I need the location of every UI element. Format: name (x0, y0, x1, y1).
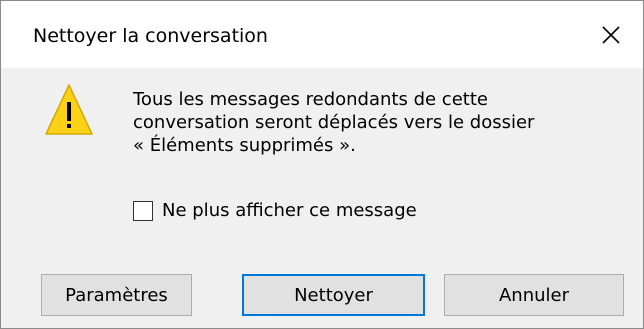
dialog-message: Tous les messages redondants de cette co… (133, 88, 623, 157)
close-button[interactable] (579, 1, 643, 68)
warning-icon (45, 84, 93, 135)
settings-button[interactable]: Paramètres (41, 274, 192, 316)
message-line: conversation seront déplacés vers le dos… (133, 112, 535, 133)
dont-show-again-label[interactable]: Ne plus afficher ce message (162, 200, 417, 221)
dont-show-again-row[interactable]: Ne plus afficher ce message (133, 200, 417, 221)
cleanup-dialog: Nettoyer la conversation Tous les messag… (0, 0, 644, 329)
message-line: Tous les messages redondants de cette (133, 89, 488, 110)
dialog-title: Nettoyer la conversation (33, 25, 268, 47)
cancel-button[interactable]: Annuler (444, 274, 624, 316)
dont-show-again-checkbox[interactable] (133, 200, 153, 221)
title-bar: Nettoyer la conversation (1, 1, 643, 68)
close-icon (602, 25, 620, 44)
clean-button[interactable]: Nettoyer (242, 274, 425, 316)
message-line: « Éléments supprimés ». (133, 135, 356, 156)
